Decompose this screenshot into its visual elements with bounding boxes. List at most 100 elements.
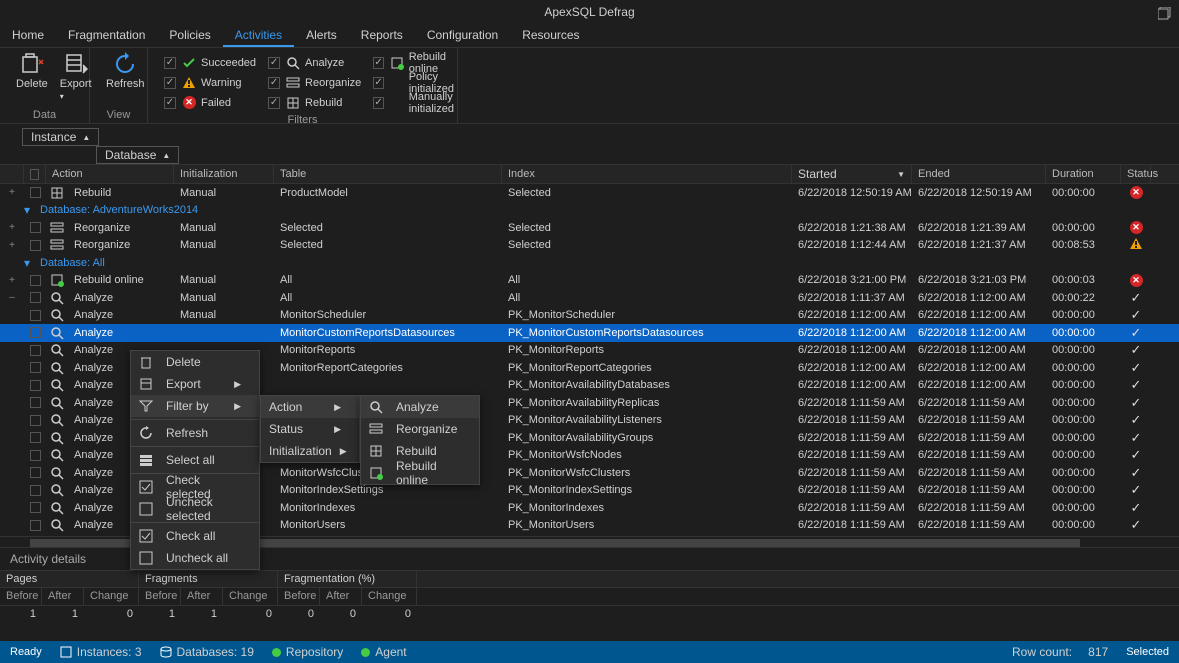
group-row[interactable]: ▾Database: All — [0, 254, 1179, 272]
refresh-button[interactable]: Refresh — [106, 52, 145, 90]
window-restore-icon[interactable] — [1158, 4, 1171, 28]
cell-ended: 6/22/2018 1:11:59 AM — [912, 502, 1046, 514]
menu-home[interactable]: Home — [0, 24, 56, 47]
ctx-action-analyze[interactable]: Analyze — [361, 396, 479, 418]
expander[interactable]: – — [0, 292, 24, 303]
menu-resources[interactable]: Resources — [510, 24, 591, 47]
menu-activities[interactable]: Activities — [223, 24, 294, 47]
ctx-select-all[interactable]: Select all — [131, 449, 259, 471]
expander[interactable]: + — [0, 240, 24, 251]
row-checkbox[interactable] — [24, 310, 46, 321]
grid-row[interactable]: AnalyzeManualMonitorSchedulerPK_MonitorS… — [0, 307, 1179, 325]
menu-configuration[interactable]: Configuration — [415, 24, 510, 47]
filter-rebuild-online[interactable]: Rebuild online — [373, 53, 455, 72]
row-checkbox[interactable] — [24, 397, 46, 408]
filter-manually-initialized[interactable]: Manually initialized — [373, 93, 455, 112]
filter-failed[interactable]: ✕Failed — [164, 93, 256, 112]
menu-policies[interactable]: Policies — [157, 24, 222, 47]
filter-warning[interactable]: Warning — [164, 73, 256, 92]
groupby-database[interactable]: Database▲ — [96, 146, 179, 164]
ok-icon: ✓ — [1131, 307, 1142, 322]
expander[interactable]: + — [0, 222, 24, 233]
detail-value: 0 — [320, 606, 362, 624]
expander[interactable]: + — [0, 187, 24, 198]
cell-index: PK_MonitorReports — [502, 344, 792, 356]
group-row[interactable]: ▾Database: AdventureWorks2014 — [0, 202, 1179, 220]
analyze-icon — [46, 501, 68, 515]
grid-row[interactable]: +RebuildManualProductModelSelected6/22/2… — [0, 184, 1179, 202]
row-checkbox[interactable] — [24, 432, 46, 443]
filter-rebuild[interactable]: Rebuild — [268, 93, 361, 112]
ctx-uncheck-all[interactable]: Uncheck all — [131, 547, 259, 569]
col-table[interactable]: Table — [274, 165, 502, 183]
filter-succeeded[interactable]: Succeeded — [164, 53, 256, 72]
error-icon: ✕ — [1130, 274, 1143, 287]
header-checkbox[interactable] — [24, 165, 46, 183]
cell-index: All — [502, 274, 792, 286]
grid-row[interactable]: AnalyzeMonitorCustomReportsDatasourcesPK… — [0, 324, 1179, 342]
row-checkbox[interactable] — [24, 502, 46, 513]
col-init[interactable]: Initialization — [174, 165, 274, 183]
ctx-filter-by[interactable]: Filter by▶ — [131, 395, 259, 417]
row-checkbox[interactable] — [24, 415, 46, 426]
ctx-delete[interactable]: Delete — [131, 351, 259, 373]
ctx-check-all[interactable]: Check all — [131, 525, 259, 547]
menu-fragmentation[interactable]: Fragmentation — [56, 24, 157, 47]
context-menu[interactable]: DeleteExport▶Filter by▶ Refresh Select all… — [130, 350, 260, 570]
filter-policy-initialized[interactable]: Policy initialized — [373, 73, 455, 92]
ok-icon: ✓ — [1131, 325, 1142, 340]
export-button[interactable]: Export ▾ — [60, 52, 92, 102]
ctx-action-reorganize[interactable]: Reorganize — [361, 418, 479, 440]
filter-reorganize[interactable]: Reorganize — [268, 73, 361, 92]
cell-started: 6/22/2018 1:11:59 AM — [792, 519, 912, 531]
grid-row[interactable]: +ReorganizeManualSelectedSelected6/22/20… — [0, 219, 1179, 237]
cell-started: 6/22/2018 1:12:00 AM — [792, 379, 912, 391]
row-checkbox[interactable] — [24, 380, 46, 391]
col-duration[interactable]: Duration — [1046, 165, 1121, 183]
cell-status: ✓ — [1121, 325, 1151, 341]
col-started[interactable]: Started▼ — [792, 165, 912, 183]
ctx-refresh[interactable]: Refresh — [131, 422, 259, 444]
col-status[interactable]: Status — [1121, 165, 1151, 183]
col-index[interactable]: Index — [502, 165, 792, 183]
col-action[interactable]: Action — [46, 165, 174, 183]
row-checkbox[interactable] — [24, 222, 46, 233]
menu-alerts[interactable]: Alerts — [294, 24, 349, 47]
ctx-filter-initialization[interactable]: Initialization▶ — [261, 440, 359, 462]
row-checkbox[interactable] — [24, 345, 46, 356]
row-checkbox[interactable] — [24, 362, 46, 373]
ctx-uncheck-selected[interactable]: Uncheck selected — [131, 498, 259, 520]
menu-reports[interactable]: Reports — [349, 24, 415, 47]
cell-index: All — [502, 292, 792, 304]
status-agent: Agent — [361, 645, 406, 659]
row-checkbox[interactable] — [24, 187, 46, 198]
context-submenu-action[interactable]: AnalyzeReorganizeRebuildRebuild online — [360, 395, 480, 485]
cell-status: ✓ — [1121, 290, 1151, 306]
col-ended[interactable]: Ended — [912, 165, 1046, 183]
grid-row[interactable]: –AnalyzeManualAllAll6/22/2018 1:11:37 AM… — [0, 289, 1179, 307]
row-checkbox[interactable] — [24, 520, 46, 531]
row-checkbox[interactable] — [24, 467, 46, 478]
grid-row[interactable]: +ReorganizeManualSelectedSelected6/22/20… — [0, 237, 1179, 255]
row-checkbox[interactable] — [24, 327, 46, 338]
expander[interactable]: + — [0, 275, 24, 286]
groupby-instance[interactable]: Instance▲ — [22, 128, 99, 146]
ctx-filter-status[interactable]: Status▶ — [261, 418, 359, 440]
ctx-icon — [139, 502, 153, 516]
ctx-action-rebuild-online[interactable]: Rebuild online — [361, 462, 479, 484]
row-checkbox[interactable] — [24, 292, 46, 303]
row-checkbox[interactable] — [24, 240, 46, 251]
delete-button[interactable]: Delete — [16, 52, 48, 90]
filter-analyze[interactable]: Analyze — [268, 53, 361, 72]
cell-duration: 00:00:22 — [1046, 292, 1121, 304]
analyze-icon — [46, 291, 68, 305]
cell-started: 6/22/2018 1:11:59 AM — [792, 502, 912, 514]
submenu-arrow-icon: ▶ — [334, 402, 341, 413]
row-checkbox[interactable] — [24, 275, 46, 286]
context-submenu-filterby[interactable]: Action▶Status▶Initialization▶ — [260, 395, 360, 463]
grid-row[interactable]: +Rebuild onlineManualAllAll6/22/2018 3:2… — [0, 272, 1179, 290]
row-checkbox[interactable] — [24, 485, 46, 496]
ctx-filter-action[interactable]: Action▶ — [261, 396, 359, 418]
row-checkbox[interactable] — [24, 450, 46, 461]
ctx-export[interactable]: Export▶ — [131, 373, 259, 395]
